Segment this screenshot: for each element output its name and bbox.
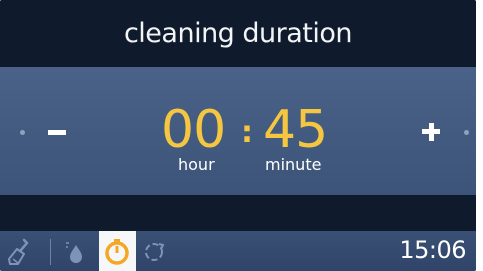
hour-label: hour — [178, 155, 215, 174]
indicator-dot-right — [464, 130, 469, 135]
minute-label: minute — [265, 155, 322, 174]
time-separator: : — [241, 115, 253, 150]
page-title: cleaning duration — [123, 17, 353, 49]
hours-value[interactable]: 00 — [161, 104, 226, 156]
display-screen: cleaning duration 00 : 45 hour minute 15… — [0, 0, 476, 271]
decrease-button[interactable] — [48, 130, 66, 135]
timer-icon[interactable] — [102, 237, 132, 267]
header: cleaning duration — [0, 0, 476, 66]
indicator-dot-left — [20, 130, 25, 135]
water-drop-icon[interactable] — [60, 237, 90, 267]
status-separator — [50, 239, 51, 265]
duration-panel: 00 : 45 hour minute — [0, 67, 476, 195]
cleaning-brush-icon[interactable] — [6, 237, 36, 267]
increase-button[interactable] — [422, 123, 440, 141]
minutes-value[interactable]: 45 — [263, 104, 328, 156]
cycle-icon[interactable] — [140, 237, 170, 267]
clock: 15:06 — [399, 236, 466, 264]
empty-area — [0, 196, 476, 231]
status-bar: 15:06 — [0, 231, 476, 271]
